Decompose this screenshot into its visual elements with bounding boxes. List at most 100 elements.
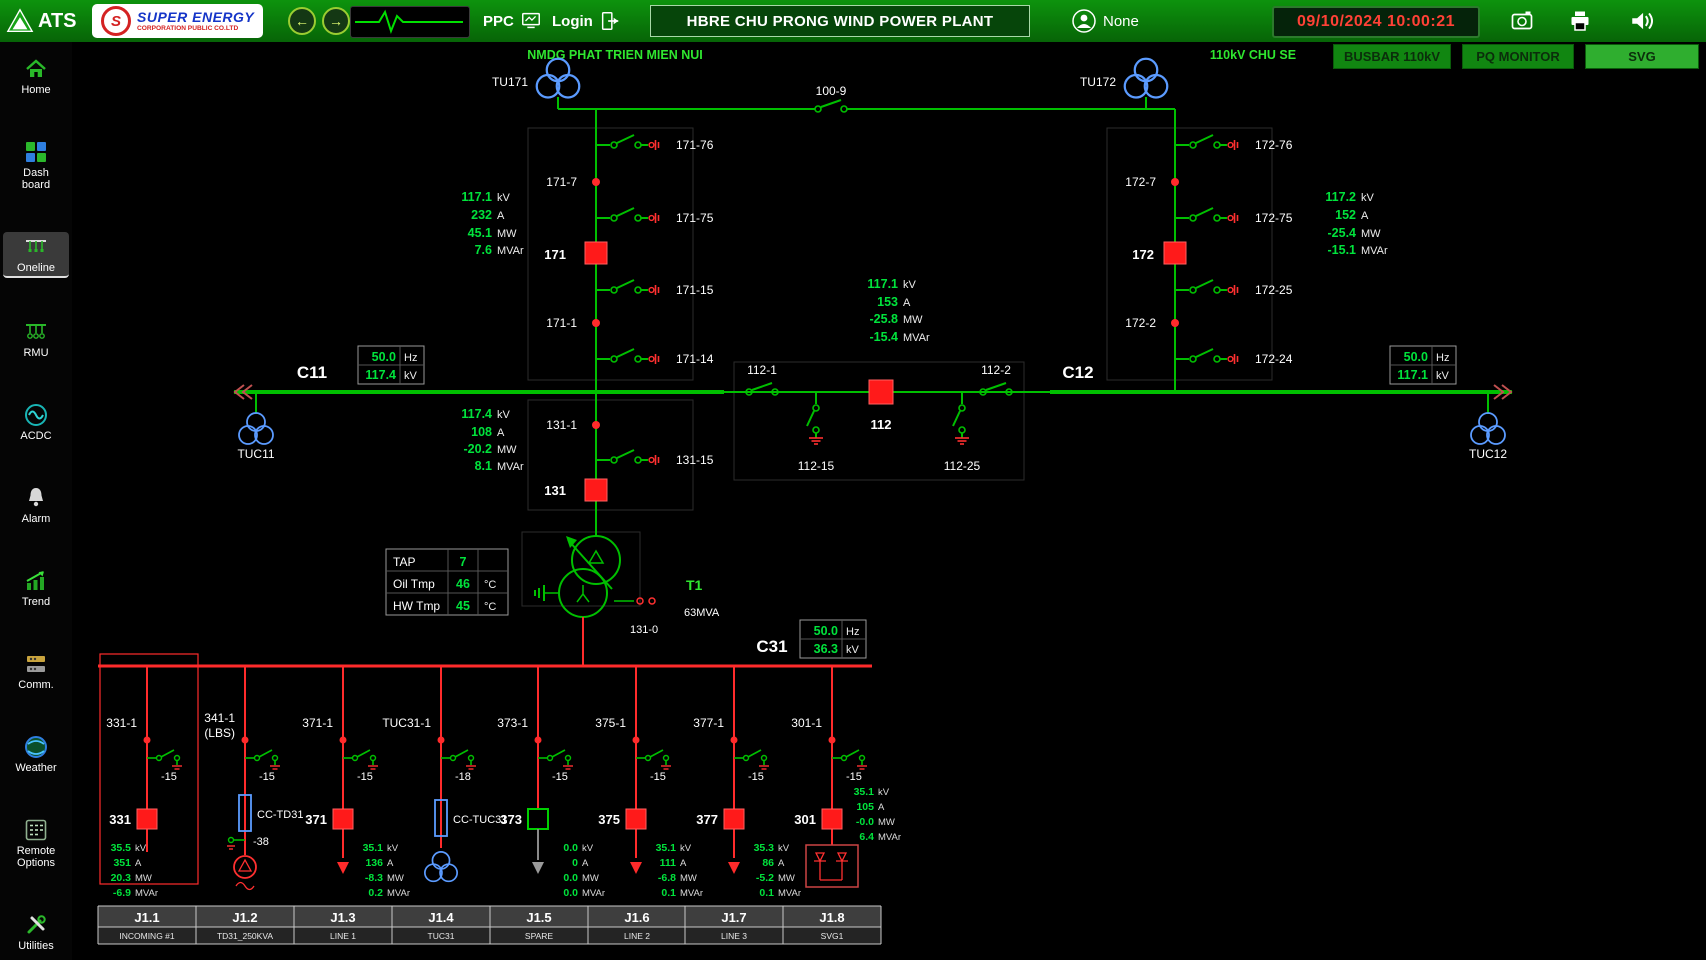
disconnector-112-1[interactable] <box>745 382 779 396</box>
tu172-transformer-icon[interactable] <box>1123 57 1169 99</box>
bay-331: 331-1 -15 331 35.5 kV 351 A 20.3 MW -6.9… <box>106 666 183 899</box>
earth-switch-371-15[interactable] <box>342 749 379 770</box>
earth-switch-112-25[interactable] <box>952 391 970 445</box>
tu171-transformer-icon[interactable] <box>535 57 581 99</box>
feeder-172: 172-76 172-7 172-75 117.2 kV 152 A -25.4… <box>1125 109 1388 392</box>
breaker-112[interactable] <box>868 379 894 405</box>
meas-377-mw: -5.2 <box>756 872 774 884</box>
truck-377-1[interactable] <box>730 736 738 744</box>
breaker-172[interactable] <box>1163 241 1187 265</box>
earth-switch-375-15[interactable] <box>635 749 672 770</box>
breaker-377[interactable] <box>723 808 745 830</box>
truck-171-7[interactable] <box>592 178 600 186</box>
truck-301-1[interactable] <box>828 736 836 744</box>
earth-switch-377-15[interactable] <box>733 749 770 770</box>
meas-172-mvar: -15.1 <box>1328 243 1357 257</box>
truck-tuc31-1[interactable] <box>437 736 445 744</box>
label-171-75: 171-75 <box>676 211 714 225</box>
tab-svg[interactable]: SVG <box>1585 44 1699 69</box>
table-desc-6: LINE 2 <box>624 931 650 941</box>
disconnector-131-15[interactable] <box>595 449 660 466</box>
earth-switch-373-15[interactable] <box>537 749 574 770</box>
ats-logo: ATS <box>6 0 77 42</box>
disconnector-172-25[interactable] <box>1174 279 1239 296</box>
truck-341-1[interactable] <box>241 736 249 744</box>
tuc11-vt-icon[interactable] <box>238 412 274 445</box>
sidebar-item-oneline[interactable]: Oneline <box>3 232 69 279</box>
truck-172-2[interactable] <box>1171 319 1179 327</box>
meas-131-mw: -20.2 <box>464 442 493 456</box>
sidebar-item-trend[interactable]: Trend <box>3 566 69 610</box>
meas-373-a-unit: A <box>582 858 589 869</box>
breaker-371[interactable] <box>332 808 354 830</box>
meas-112-mw: -25.8 <box>870 312 899 326</box>
feeder-arrow-377-icon <box>728 862 740 874</box>
table-desc-4: TUC31 <box>428 931 455 941</box>
label-breaker-375: 375 <box>598 812 620 827</box>
disconnector-171-75[interactable] <box>595 207 660 224</box>
truck-373-1[interactable] <box>534 736 542 744</box>
meas-172-kv: 117.2 <box>1325 190 1356 204</box>
sidebar-item-rmu[interactable]: RMU <box>3 317 69 361</box>
sound-button[interactable] <box>1622 0 1662 42</box>
user-indicator[interactable]: None <box>1072 0 1139 42</box>
back-button[interactable]: ← <box>288 7 316 35</box>
meas-131-kv-unit: kV <box>497 409 511 421</box>
forward-button[interactable]: → <box>322 7 350 35</box>
sidebar-item-acdc[interactable]: ACDC <box>3 400 69 444</box>
truck-331-1[interactable] <box>143 736 151 744</box>
disconnector-100-9[interactable] <box>814 99 848 113</box>
tuc12-vt-icon[interactable] <box>1470 412 1506 445</box>
ppc-button[interactable]: PPC <box>483 0 542 42</box>
tab-pq-monitor[interactable]: PQ MONITOR <box>1462 44 1574 69</box>
meas-373-mvar-unit: MVAr <box>582 888 605 899</box>
screenshot-button[interactable] <box>1502 0 1542 42</box>
sidebar-item-utilities[interactable]: Utilities <box>3 910 69 954</box>
sidebar-item-comm[interactable]: Comm. <box>3 649 69 693</box>
sidebar-item-dashboard[interactable]: Dash board <box>3 137 69 193</box>
earth-switch-341-15[interactable] <box>244 749 281 770</box>
breaker-373-open[interactable] <box>527 808 549 830</box>
t1-tap-label: TAP <box>393 555 415 569</box>
breaker-301[interactable] <box>821 808 843 830</box>
breaker-171[interactable] <box>584 241 608 265</box>
disconnector-171-15[interactable] <box>595 279 660 296</box>
disconnector-172-24[interactable] <box>1174 348 1239 365</box>
login-button[interactable]: Login <box>552 0 621 42</box>
truck-131-1[interactable] <box>592 421 600 429</box>
truck-371-1[interactable] <box>339 736 347 744</box>
sidebar-item-alarm[interactable]: Alarm <box>3 483 69 527</box>
disconnector-172-76[interactable] <box>1174 134 1239 151</box>
truck-375-1[interactable] <box>632 736 640 744</box>
meas-331-mvar-unit: MVAr <box>135 888 158 899</box>
earth-switch-tuc31-18[interactable] <box>440 749 477 770</box>
label-301-15: -15 <box>846 771 862 783</box>
disconnector-112-2[interactable] <box>979 382 1013 396</box>
c31-frequency-unit: Hz <box>846 626 859 638</box>
print-button[interactable] <box>1560 0 1600 42</box>
breaker-375[interactable] <box>625 808 647 830</box>
sidebar-item-remote-options[interactable]: Remote Options <box>3 815 69 871</box>
meas-112-a-unit: A <box>903 297 911 309</box>
meas-131-mvar: 8.1 <box>475 459 492 473</box>
meas-171-a: 232 <box>471 208 492 222</box>
breaker-331[interactable] <box>136 808 158 830</box>
svg1-converter-icon[interactable] <box>805 844 859 888</box>
earth-switch-331-15[interactable] <box>146 749 183 770</box>
truck-171-1[interactable] <box>592 319 600 327</box>
breaker-131[interactable] <box>584 478 608 502</box>
meas-131-a-unit: A <box>497 427 505 439</box>
disconnector-171-14[interactable] <box>595 348 660 365</box>
tuc31-vt-icon[interactable] <box>423 850 459 883</box>
meas-373-mvar: 0.0 <box>563 887 578 899</box>
sidebar-item-home[interactable]: Home <box>3 54 69 98</box>
earth-switch-112-15[interactable] <box>806 391 824 445</box>
sidebar-label: Utilities <box>18 939 54 952</box>
disconnector-171-76[interactable] <box>595 134 660 151</box>
tab-busbar-110kv[interactable]: BUSBAR 110kV <box>1333 44 1451 69</box>
truck-172-7[interactable] <box>1171 178 1179 186</box>
disconnector-172-75[interactable] <box>1174 207 1239 224</box>
earth-switch-301-15[interactable] <box>831 749 868 770</box>
sidebar-item-weather[interactable]: Weather <box>3 732 69 776</box>
t1-hv-winding-icon[interactable] <box>571 535 621 585</box>
